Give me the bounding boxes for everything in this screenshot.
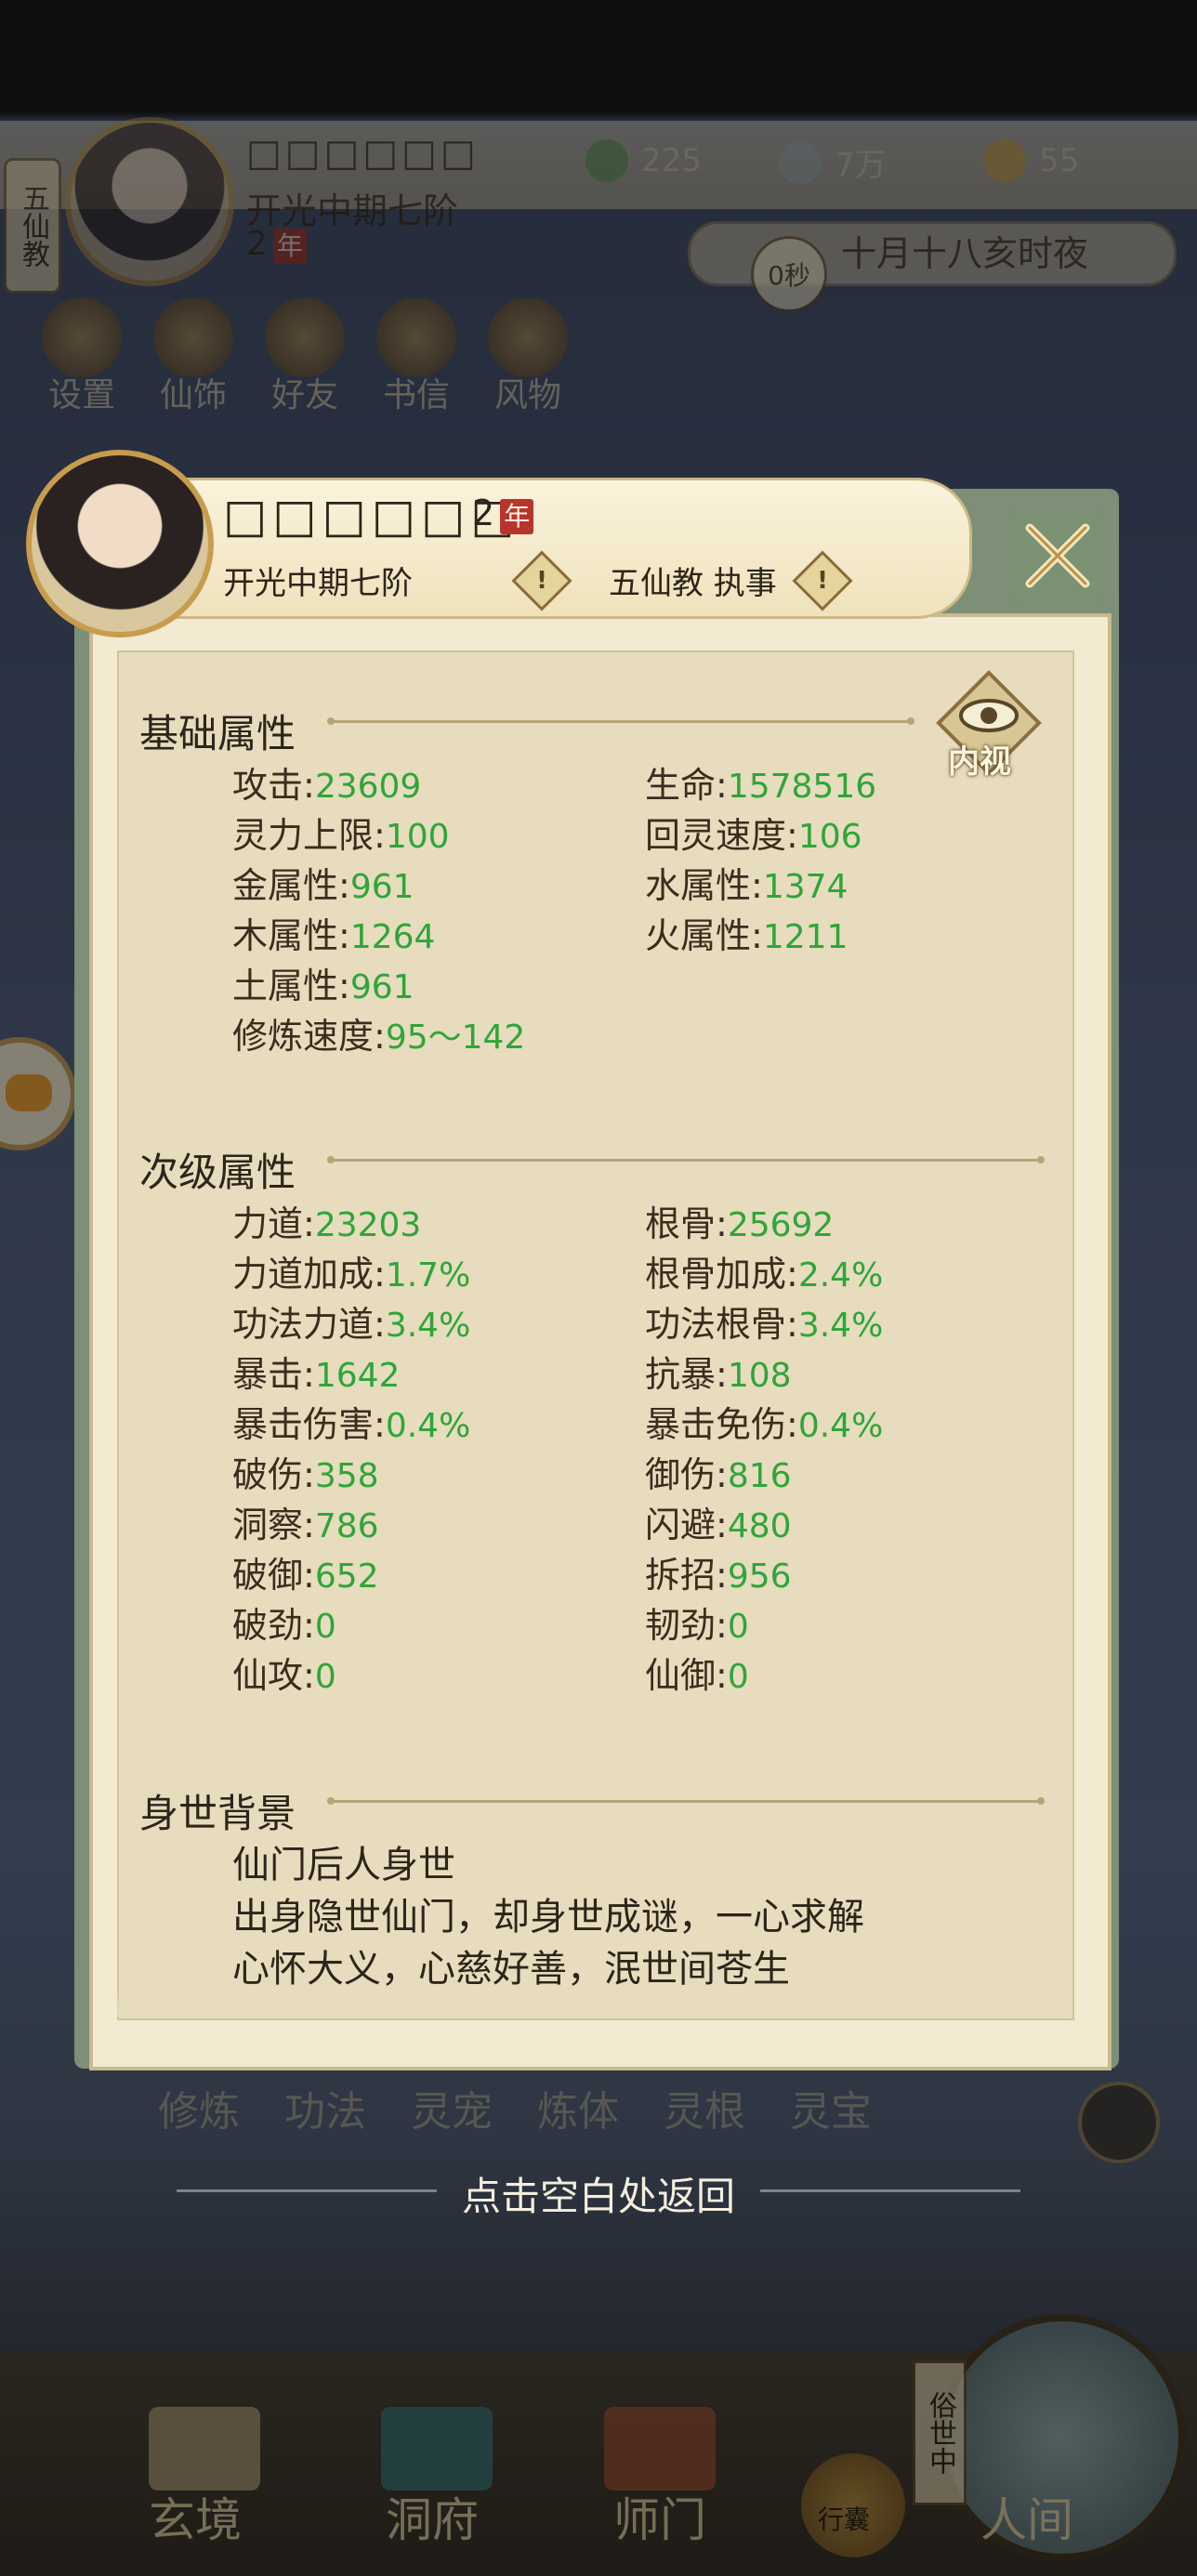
attr-fire: 火属性:1211 — [645, 915, 848, 956]
attr-attack: 攻击:23609 — [232, 765, 422, 806]
attr-crit-damage: 暴击伤害:0.4% — [232, 1404, 471, 1445]
background-title: 身世背景 — [139, 1791, 296, 1836]
character-realm: 开光中期七阶 — [223, 565, 413, 602]
attr-strength: 力道:23203 — [232, 1203, 422, 1244]
attr-mana-cap: 灵力上限:100 — [232, 815, 450, 856]
attr-insight: 洞察:786 — [232, 1505, 379, 1545]
attr-pierce: 破伤:358 — [232, 1454, 379, 1495]
tap-to-return-hint[interactable]: 点击空白处返回 — [0, 2165, 1197, 2222]
background-line: 心怀大义，心慈好善，泯世间苍生 — [232, 1948, 790, 1991]
attr-tenacity: 韧劲:0 — [645, 1605, 749, 1646]
inner-view-button[interactable]: 内视 — [935, 669, 1043, 781]
attr-crit-resist: 抗暴:108 — [645, 1354, 792, 1395]
close-icon — [1025, 523, 1090, 588]
attr-strength-bonus: 力道加成:1.7% — [232, 1254, 471, 1295]
attr-immortal-attack: 仙攻:0 — [232, 1655, 336, 1696]
attr-dodge: 闪避:480 — [645, 1505, 792, 1545]
attr-wood: 木属性:1264 — [232, 915, 436, 956]
background-line: 仙门后人身世 — [232, 1844, 455, 1886]
character-sect-position: 五仙教 执事 — [609, 565, 777, 602]
attr-break-defense: 破御:652 — [232, 1555, 379, 1596]
attr-earth: 土属性:961 — [232, 966, 414, 1006]
scroll-fade — [117, 1989, 1071, 2017]
attr-damage-reduction: 御伤:816 — [645, 1454, 792, 1495]
basic-attributes-title: 基础属性 — [139, 711, 296, 756]
attr-water: 水属性:1374 — [645, 865, 848, 906]
character-avatar — [26, 450, 214, 637]
attr-crit-damage-reduction: 暴击免伤:0.4% — [645, 1404, 884, 1445]
divider — [327, 717, 914, 725]
attr-cultivation-speed: 修炼速度:95～142 — [232, 1016, 526, 1057]
attr-break-tenacity: 破劲:0 — [232, 1605, 336, 1646]
attr-constitution-bonus: 根骨加成:2.4% — [645, 1254, 884, 1295]
character-age: 2年 — [472, 493, 534, 534]
attr-parry: 拆招:956 — [645, 1555, 792, 1596]
inner-view-label: 内视 — [948, 743, 1011, 781]
attr-hp: 生命:1578516 — [645, 765, 877, 806]
background-line: 出身隐世仙门，却身世成谜，一心求解 — [232, 1896, 864, 1939]
close-button[interactable] — [1011, 509, 1104, 602]
secondary-attributes-title: 次级属性 — [139, 1150, 296, 1195]
attr-skill-constitution: 功法根骨:3.4% — [645, 1304, 884, 1345]
divider — [327, 1797, 1045, 1805]
attr-metal: 金属性:961 — [232, 865, 414, 906]
attr-crit: 暴击:1642 — [232, 1354, 401, 1395]
attr-immortal-defense: 仙御:0 — [645, 1655, 749, 1696]
attr-skill-strength: 功法力道:3.4% — [232, 1304, 471, 1345]
divider — [327, 1156, 1045, 1163]
attr-constitution: 根骨:25692 — [645, 1203, 835, 1244]
attr-mana-regen: 回灵速度:106 — [645, 815, 862, 856]
